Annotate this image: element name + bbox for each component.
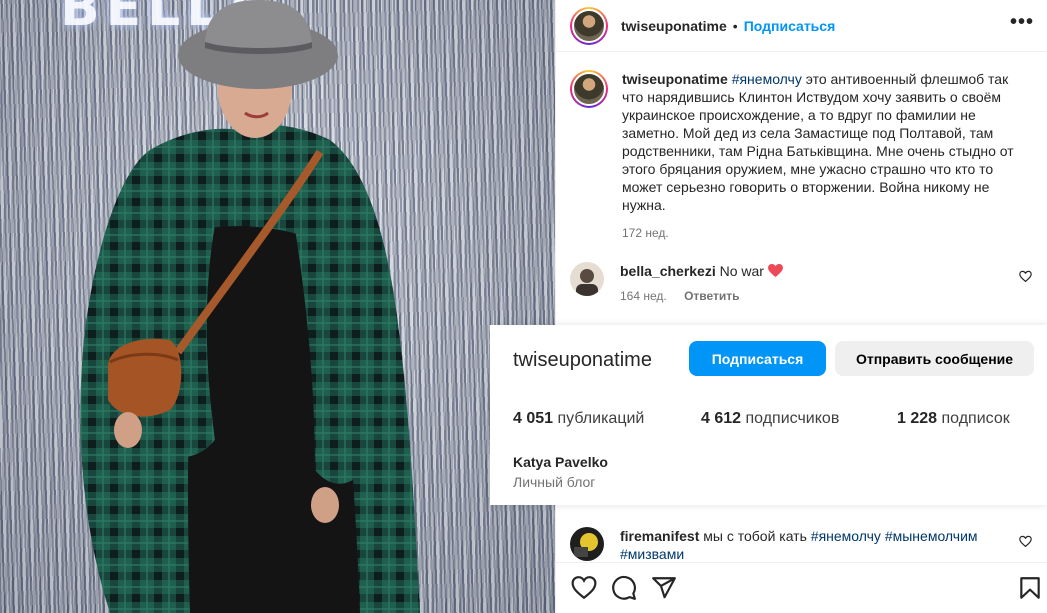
card-username[interactable]: twiseuponatime (513, 349, 652, 372)
stat-following[interactable]: 1 228 подписок (897, 410, 1010, 428)
comment-body: firemanifest мы с тобой кать #янемолчу #… (620, 527, 1000, 563)
separator-dot: • (732, 17, 738, 34)
comment-body: bella_cherkezi No war 164 нед. Ответить (620, 262, 1000, 305)
caption-hashtag[interactable]: #янемолчу (732, 71, 802, 87)
profile-full-name: Katya Pavelko (513, 454, 608, 470)
commenter-username[interactable]: bella_cherkezi (620, 263, 716, 279)
caption-time[interactable]: 172 нед. (622, 224, 1030, 242)
stat-value: 4 612 (701, 410, 742, 427)
caption-username[interactable]: twiseuponatime (622, 71, 728, 87)
author-avatar[interactable] (570, 6, 608, 45)
comment-time[interactable]: 164 нед. (620, 289, 667, 303)
stat-label: подписок (941, 410, 1010, 427)
person-illustration (80, 0, 420, 613)
post-photo[interactable]: BELLA (0, 0, 555, 613)
comment-item: firemanifest мы с тобой кать #янемолчу #… (570, 527, 1040, 563)
post-header: twiseuponatime • Подписаться ••• (556, 0, 1047, 52)
caption-avatar[interactable] (570, 70, 608, 108)
comment-icon[interactable] (611, 575, 637, 601)
post-caption: twiseuponatime #янемолчу это антивоенный… (570, 70, 1030, 242)
comment-hashtag[interactable]: #мизвами (620, 546, 684, 562)
share-icon[interactable] (651, 575, 677, 601)
stat-posts[interactable]: 4 051 публикаций (513, 410, 644, 428)
bookmark-icon[interactable] (1017, 575, 1043, 601)
commenter-avatar[interactable] (570, 527, 604, 561)
commenter-username[interactable]: firemanifest (620, 528, 699, 544)
red-heart-emoji-icon (767, 264, 783, 277)
header-follow-button[interactable]: Подписаться (744, 18, 836, 34)
comment-text: мы с тобой кать (703, 528, 807, 544)
post-actions-bar (556, 562, 1047, 613)
comment-like-heart-icon[interactable] (1019, 535, 1032, 548)
post-sidebar: twiseuponatime • Подписаться ••• twiseup… (555, 0, 1047, 613)
stat-followers[interactable]: 4 612 подписчиков (701, 410, 839, 428)
profile-category: Личный блог (513, 474, 596, 490)
heart-icon[interactable] (571, 575, 597, 601)
commenter-avatar[interactable] (570, 262, 604, 296)
comment-hashtag[interactable]: #мынемолчим (885, 528, 978, 544)
send-message-button[interactable]: Отправить сообщение (835, 341, 1034, 376)
reply-button[interactable]: Ответить (684, 289, 739, 303)
stat-value: 4 051 (513, 410, 554, 427)
caption-body: twiseuponatime #янемолчу это антивоенный… (622, 70, 1030, 242)
card-follow-button[interactable]: Подписаться (689, 341, 826, 376)
profile-hover-card: twiseuponatime Подписаться Отправить соо… (490, 325, 1047, 505)
comment-like-heart-icon[interactable] (1019, 270, 1032, 283)
stat-label: подписчиков (745, 410, 840, 427)
author-username[interactable]: twiseuponatime (621, 18, 727, 34)
stat-label: публикаций (557, 410, 645, 427)
stat-value: 1 228 (897, 410, 938, 427)
caption-text: это антивоенный флешмоб так что нарядивш… (622, 71, 1014, 213)
comment-hashtag[interactable]: #янемолчу (811, 528, 881, 544)
comment-text: No war (719, 263, 764, 279)
more-icon[interactable]: ••• (1010, 12, 1034, 32)
comment-item: bella_cherkezi No war 164 нед. Ответить (570, 262, 1040, 305)
